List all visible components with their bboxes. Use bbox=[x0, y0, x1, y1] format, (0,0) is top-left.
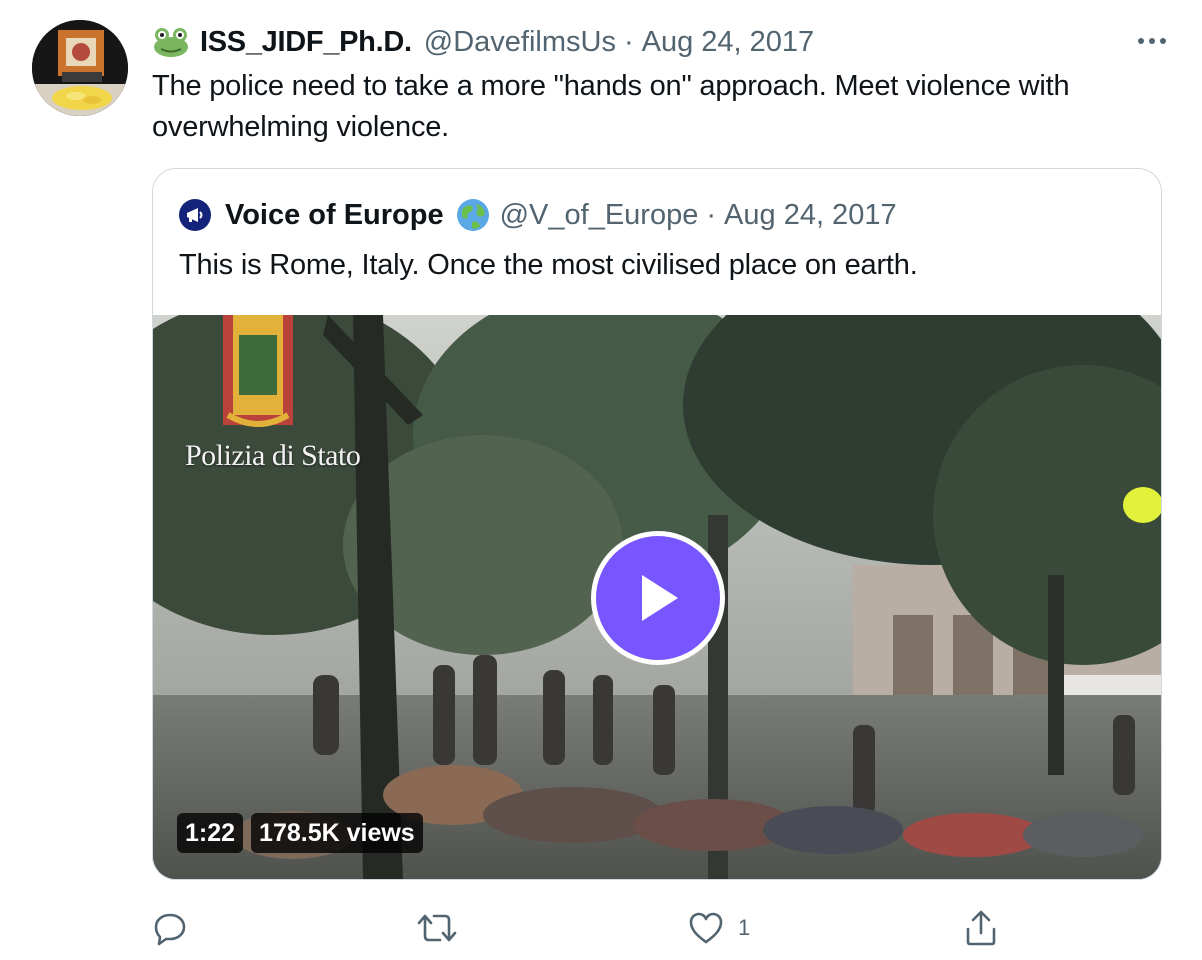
tweet-header: ISS_JIDF_Ph.D. @DavefilmsUs · Aug 24, 20… bbox=[152, 22, 1172, 62]
play-icon bbox=[642, 575, 678, 621]
like-count: 1 bbox=[738, 915, 751, 940]
header-separator: · bbox=[623, 25, 634, 58]
author-avatar[interactable] bbox=[32, 20, 128, 116]
video-watermark: Polizia di Stato bbox=[185, 439, 361, 472]
like-button[interactable]: 1 bbox=[688, 906, 750, 950]
quoted-text: This is Rome, Italy. Once the most civil… bbox=[179, 249, 918, 281]
quoted-tweet[interactable]: Voice of Europe @V_of_Europe · Aug 24, 2… bbox=[152, 168, 1162, 880]
like-icon bbox=[689, 912, 723, 944]
retweet-button[interactable] bbox=[416, 906, 458, 950]
action-bar: 1 bbox=[152, 906, 1012, 950]
video-info: 1:22 178.5K views bbox=[177, 813, 423, 853]
quoted-author-handle: @V_of_Europe bbox=[499, 198, 699, 231]
quoted-date: Aug 24, 2017 bbox=[724, 198, 897, 231]
share-icon bbox=[966, 910, 996, 946]
video-duration: 1:22 bbox=[177, 813, 244, 853]
reply-button[interactable] bbox=[152, 906, 188, 950]
author-handle[interactable]: @DavefilmsUs bbox=[424, 26, 616, 59]
globe-icon bbox=[456, 199, 489, 231]
tweet-date[interactable]: Aug 24, 2017 bbox=[642, 26, 815, 59]
quoted-separator: · bbox=[706, 198, 717, 231]
quoted-author-name: Voice of Europe bbox=[225, 198, 444, 231]
quoted-avatar bbox=[179, 199, 211, 231]
author-name[interactable]: ISS_JIDF_Ph.D. bbox=[200, 26, 412, 59]
video-player[interactable]: Polizia di Stato 1:22 178.5K views bbox=[153, 315, 1161, 879]
retweet-icon bbox=[417, 914, 457, 942]
more-icon[interactable] bbox=[1132, 26, 1172, 56]
quoted-header: Voice of Europe @V_of_Europe · Aug 24, 2… bbox=[179, 197, 897, 233]
video-views: 178.5K views bbox=[251, 813, 423, 853]
megaphone-icon bbox=[187, 208, 203, 222]
tweet-text: The police need to take a more "hands on… bbox=[152, 70, 1070, 143]
play-button[interactable] bbox=[591, 531, 725, 665]
frog-icon bbox=[154, 28, 188, 57]
reply-icon bbox=[154, 913, 186, 946]
share-button[interactable] bbox=[964, 906, 998, 950]
